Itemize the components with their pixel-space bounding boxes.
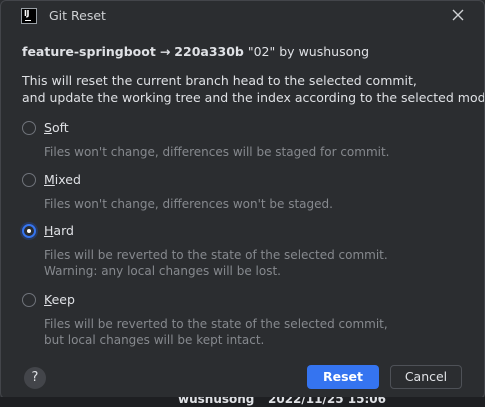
option-hard-desc-line-1: Files will be reverted to the state of t… bbox=[44, 248, 388, 262]
commit-author: wushusong bbox=[298, 44, 370, 59]
option-soft-desc-line: Files won't change, differences will be … bbox=[44, 145, 390, 159]
option-hard-description: Files will be reverted to the state of t… bbox=[44, 247, 388, 279]
by-label: by bbox=[279, 44, 295, 59]
cancel-button[interactable]: Cancel bbox=[390, 365, 462, 389]
radio-mixed[interactable] bbox=[22, 173, 36, 187]
radio-hard[interactable] bbox=[22, 224, 36, 238]
option-soft-label-rest: oft bbox=[51, 120, 69, 135]
branch-name: feature-springboot bbox=[22, 44, 156, 59]
git-reset-dialog: IJ Git Reset feature-springboot → 220a33… bbox=[0, 0, 485, 399]
mnemonic-s: S bbox=[44, 120, 52, 135]
option-mixed-desc-line: Files won't change, differences won't be… bbox=[44, 197, 333, 211]
description-line-2: and update the working tree and the inde… bbox=[22, 90, 485, 105]
radio-soft[interactable] bbox=[22, 121, 36, 135]
option-keep-desc-line-2: but local changes will be kept intact. bbox=[44, 333, 265, 347]
option-keep-label[interactable]: Keep bbox=[44, 292, 75, 307]
option-hard-label-rest: ard bbox=[53, 223, 74, 238]
option-mixed-description: Files won't change, differences won't be… bbox=[44, 196, 333, 212]
title-bar: IJ Git Reset bbox=[1, 1, 484, 31]
option-hard-label[interactable]: Hard bbox=[44, 223, 74, 238]
close-icon bbox=[452, 9, 464, 21]
mnemonic-k: K bbox=[44, 292, 52, 307]
help-button[interactable]: ? bbox=[24, 367, 46, 389]
option-mixed-label-rest: ixed bbox=[54, 172, 81, 187]
option-soft-description: Files won't change, differences will be … bbox=[44, 144, 390, 160]
background-date: 2022/11/25 15:06 bbox=[268, 397, 386, 406]
option-hard-desc-line-2: Warning: any local changes will be lost. bbox=[44, 264, 281, 278]
arrow: → bbox=[159, 44, 171, 59]
reset-button[interactable]: Reset bbox=[307, 365, 379, 389]
background-log-row: wushusong 2022/11/25 15:06 bbox=[0, 397, 485, 407]
radio-keep[interactable] bbox=[22, 293, 36, 307]
option-keep-desc-line-1: Files will be reverted to the state of t… bbox=[44, 317, 388, 331]
option-mixed-label[interactable]: Mixed bbox=[44, 172, 81, 187]
description-line-1: This will reset the current branch head … bbox=[22, 73, 417, 88]
option-soft-label[interactable]: Soft bbox=[44, 120, 69, 135]
mnemonic-m: M bbox=[44, 172, 55, 187]
close-button[interactable] bbox=[449, 6, 467, 24]
commit-hash: 220a330b bbox=[174, 44, 244, 59]
commit-header: feature-springboot → 220a330b "02" by wu… bbox=[22, 44, 369, 59]
reset-description: This will reset the current branch head … bbox=[22, 72, 485, 106]
background-author: wushusong bbox=[178, 397, 255, 406]
window-title: Git Reset bbox=[49, 8, 106, 23]
intellij-icon: IJ bbox=[21, 8, 37, 24]
option-keep-label-rest: eep bbox=[51, 292, 75, 307]
commit-message: "02" bbox=[247, 44, 276, 59]
option-keep-description: Files will be reverted to the state of t… bbox=[44, 316, 388, 348]
mnemonic-h: H bbox=[44, 223, 54, 238]
